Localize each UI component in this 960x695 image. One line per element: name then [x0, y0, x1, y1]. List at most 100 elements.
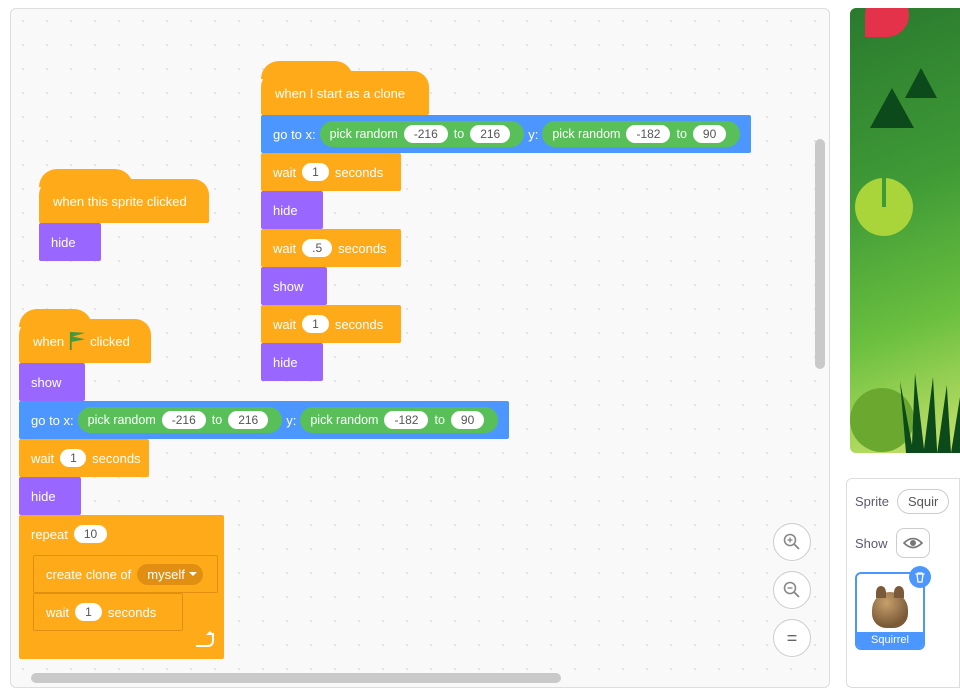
zoom-in-icon	[783, 533, 801, 551]
stack-clone[interactable]: when I start as a clone go to x: pick ra…	[261, 71, 751, 381]
sprite-label: Sprite	[855, 494, 889, 509]
block-hide[interactable]: hide	[261, 343, 323, 381]
block-wait[interactable]: wait 1 seconds	[261, 153, 401, 191]
label: pick random	[330, 127, 398, 141]
block-goto-xy[interactable]: go to x: pick random -216 to 216 y: pick…	[19, 401, 509, 439]
stage-preview[interactable]	[850, 8, 960, 453]
label: seconds	[92, 451, 140, 466]
zoom-reset-button[interactable]: =	[773, 619, 811, 657]
input-xmin[interactable]: -216	[404, 125, 448, 143]
input-xmax[interactable]: 216	[228, 411, 268, 429]
label: seconds	[335, 317, 383, 332]
label: wait	[273, 165, 296, 180]
hat-label-prefix: when	[33, 334, 64, 349]
zoom-out-button[interactable]	[773, 571, 811, 609]
input-seconds[interactable]: 1	[302, 315, 329, 333]
block-label: show	[31, 375, 61, 390]
input-seconds[interactable]: 1	[302, 163, 329, 181]
delete-sprite-button[interactable]	[909, 566, 931, 588]
block-show[interactable]: show	[261, 267, 327, 305]
label: pick random	[552, 127, 620, 141]
operator-pick-random-x[interactable]: pick random -216 to 216	[320, 121, 525, 147]
label: repeat	[31, 527, 68, 542]
block-wait[interactable]: wait 1 seconds	[19, 439, 149, 477]
label: go to x:	[273, 127, 316, 142]
block-label: hide	[51, 235, 76, 250]
block-hide[interactable]: hide	[39, 223, 101, 261]
operator-pick-random-y[interactable]: pick random -182 to 90	[542, 121, 740, 147]
vertical-scrollbar[interactable]	[815, 139, 825, 369]
block-goto-xy[interactable]: go to x: pick random -216 to 216 y: pick…	[261, 115, 751, 153]
equals-icon: =	[787, 628, 798, 649]
label: y:	[528, 127, 538, 142]
sprite-name-input[interactable]: Squir	[897, 489, 949, 514]
input-ymax[interactable]: 90	[451, 411, 484, 429]
label: to	[454, 127, 464, 141]
block-repeat[interactable]: repeat 10 create clone of myself wait 1 …	[19, 515, 224, 659]
label: seconds	[338, 241, 386, 256]
dropdown-label: myself	[147, 567, 185, 582]
zoom-out-icon	[783, 581, 801, 599]
hat-label-suffix: clicked	[90, 334, 130, 349]
repeat-arrow-icon	[196, 633, 214, 647]
input-seconds[interactable]: 1	[75, 603, 102, 621]
input-ymax[interactable]: 90	[693, 125, 726, 143]
horizontal-scrollbar[interactable]	[31, 673, 561, 683]
hat-label: when I start as a clone	[275, 86, 405, 101]
label: seconds	[335, 165, 383, 180]
zoom-controls: =	[773, 523, 811, 657]
input-seconds[interactable]: 1	[60, 449, 86, 467]
visibility-show-button[interactable]	[896, 528, 930, 558]
block-wait[interactable]: wait 1 seconds	[261, 305, 401, 343]
trash-icon	[914, 571, 926, 583]
block-label: hide	[273, 203, 298, 218]
block-show[interactable]: show	[19, 363, 85, 401]
input-xmin[interactable]: -216	[162, 411, 206, 429]
stage-tree	[905, 68, 937, 98]
input-xmax[interactable]: 216	[470, 125, 510, 143]
input-ymin[interactable]: -182	[626, 125, 670, 143]
green-flag-icon	[68, 332, 86, 350]
dropdown-clone-target[interactable]: myself	[137, 564, 203, 585]
block-label: hide	[273, 355, 298, 370]
block-hide[interactable]: hide	[261, 191, 323, 229]
sprite-thumbnail[interactable]: Squirrel	[855, 572, 925, 650]
label: to	[434, 413, 444, 427]
block-create-clone[interactable]: create clone of myself	[33, 555, 218, 593]
zoom-in-button[interactable]	[773, 523, 811, 561]
squirrel-icon	[872, 592, 908, 628]
label: to	[676, 127, 686, 141]
hat-when-sprite-clicked[interactable]: when this sprite clicked	[39, 179, 209, 223]
block-label: hide	[31, 489, 56, 504]
input-ymin[interactable]: -182	[384, 411, 428, 429]
block-wait[interactable]: wait .5 seconds	[261, 229, 401, 267]
input-times[interactable]: 10	[74, 525, 107, 543]
hat-when-start-as-clone[interactable]: when I start as a clone	[261, 71, 429, 115]
label: y:	[286, 413, 296, 428]
stage-flower	[865, 8, 909, 37]
label: wait	[273, 317, 296, 332]
label: to	[212, 413, 222, 427]
eye-icon	[903, 536, 923, 550]
hat-when-flag-clicked[interactable]: when clicked	[19, 319, 151, 363]
label: wait	[46, 605, 69, 620]
stack-sprite-clicked[interactable]: when this sprite clicked hide	[39, 179, 209, 261]
operator-pick-random-x[interactable]: pick random -216 to 216	[78, 407, 283, 433]
label: wait	[31, 451, 54, 466]
operator-pick-random-y[interactable]: pick random -182 to 90	[300, 407, 498, 433]
sprite-panel: Sprite Squir Show Squirrel	[846, 478, 960, 688]
input-seconds[interactable]: .5	[302, 239, 332, 257]
block-wait[interactable]: wait 1 seconds	[33, 593, 183, 631]
block-label: show	[273, 279, 303, 294]
thumbnail-label: Squirrel	[857, 632, 923, 648]
label: seconds	[108, 605, 156, 620]
label: pick random	[310, 413, 378, 427]
label: pick random	[88, 413, 156, 427]
block-hide[interactable]: hide	[19, 477, 81, 515]
label: wait	[273, 241, 296, 256]
blocks-workspace[interactable]: when this sprite clicked hide when click…	[10, 8, 830, 688]
hat-label: when this sprite clicked	[53, 194, 187, 209]
label: create clone of	[46, 567, 131, 582]
show-label: Show	[855, 536, 888, 551]
label: go to x:	[31, 413, 74, 428]
